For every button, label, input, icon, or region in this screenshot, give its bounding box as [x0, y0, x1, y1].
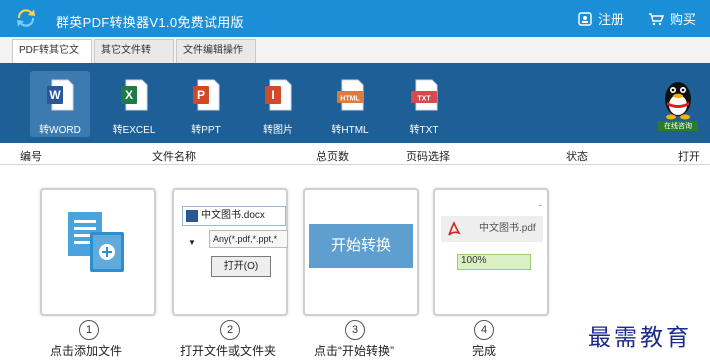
dropdown-arrow-icon[interactable]: ▼	[188, 238, 196, 247]
file-list-header: 编号 文件名称 总页数 页码选择 状态 打开	[0, 143, 710, 165]
qq-penguin-icon	[665, 82, 691, 120]
col-filename: 文件名称	[152, 151, 196, 163]
step-2-card: 中文图书.docx ▼ Any(*.pdf,*.ppt,* 打开(O)	[172, 188, 288, 316]
svg-text:TXT: TXT	[417, 96, 431, 103]
progress-bar: 100%	[457, 254, 531, 270]
add-file-icon	[68, 212, 124, 272]
tool-image[interactable]: I 转图片	[248, 71, 308, 137]
excel-icon: X	[121, 79, 148, 111]
step-3-card: 开始转换	[303, 188, 419, 316]
tab-bar: PDF转其它文件 其它文件转PDF 文件编辑操作	[0, 37, 710, 78]
tool-label: 转HTML	[331, 125, 369, 136]
file-type-filter[interactable]: Any(*.pdf,*.ppt,*	[209, 230, 288, 248]
step-4-card: - 中文图书.pdf 100%	[433, 188, 549, 316]
buy-button[interactable]: 购买	[648, 9, 696, 28]
register-icon	[578, 11, 592, 26]
pdf-icon	[448, 221, 461, 236]
tab-pdf-to-other[interactable]: PDF转其它文件	[12, 39, 92, 78]
tool-label: 转WORD	[39, 125, 81, 136]
html-icon: HTML	[337, 79, 364, 111]
app-title: 群英PDF转换器V1.0免费试用版	[56, 15, 244, 30]
tool-label: 转PPT	[191, 125, 221, 136]
conversion-toolbar: W 转WORD X 转EXCEL P 转PPT I 转图片 HTML 转HTML TXT 转TXT 在…	[0, 63, 710, 143]
start-convert-button[interactable]: 开始转换	[309, 224, 413, 268]
step-1-label: 点击添加文件	[50, 344, 123, 358]
step-3-label: 点击“开始转换”	[314, 344, 394, 358]
tool-ppt[interactable]: P 转PPT	[176, 71, 236, 137]
step-2-label: 打开文件或文件夹	[180, 344, 277, 358]
ppt-icon: P	[193, 79, 220, 111]
txt-icon: TXT	[411, 79, 438, 111]
col-page-select: 页码选择	[406, 151, 450, 163]
word-icon: W	[47, 79, 74, 111]
online-consult-button[interactable]: 在线咨询	[658, 75, 698, 131]
register-label: 注册	[598, 12, 625, 27]
svg-text:W: W	[49, 88, 61, 102]
svg-text:I: I	[271, 88, 274, 102]
progress-text: 100%	[461, 255, 487, 266]
tool-excel[interactable]: X 转EXCEL	[104, 71, 164, 137]
tool-label: 转EXCEL	[112, 125, 156, 136]
cart-icon	[649, 12, 664, 25]
buy-label: 购买	[670, 12, 697, 27]
app-logo-icon	[17, 9, 35, 27]
register-button[interactable]: 注册	[578, 9, 624, 28]
step-3-number: 3	[345, 320, 365, 340]
step-1-card[interactable]	[40, 188, 156, 316]
col-open: 打开	[678, 151, 700, 163]
col-status: 状态	[566, 151, 588, 163]
tool-label: 转图片	[263, 125, 293, 136]
step-2-number: 2	[220, 320, 240, 340]
word-file-icon	[186, 210, 198, 222]
image-icon: I	[265, 79, 292, 111]
svg-text:HTML: HTML	[340, 96, 360, 103]
svg-text:X: X	[125, 88, 133, 102]
file-path-field[interactable]: 中文图书.docx	[182, 206, 286, 226]
step-4-number: 4	[474, 320, 494, 340]
file-path-value: 中文图书.docx	[201, 210, 265, 221]
tab-other-to-pdf[interactable]: 其它文件转PDF	[94, 39, 174, 78]
tool-txt[interactable]: TXT 转TXT	[394, 71, 454, 137]
tool-label: 转TXT	[409, 125, 439, 136]
tool-html[interactable]: HTML 转HTML	[320, 71, 380, 137]
svg-text:P: P	[197, 88, 205, 102]
card-corner-mark: -	[539, 200, 542, 210]
watermark-text: 最需教育	[588, 325, 692, 351]
title-bar: 群英PDF转换器V1.0免费试用版 注册 购买	[0, 0, 710, 37]
col-total-pages: 总页数	[316, 151, 349, 163]
col-number: 编号	[20, 151, 42, 163]
step-1-number: 1	[79, 320, 99, 340]
open-button[interactable]: 打开(O)	[211, 256, 271, 277]
step-4-label: 完成	[472, 344, 497, 358]
tool-word[interactable]: W 转WORD	[30, 71, 90, 137]
online-consult-label: 在线咨询	[658, 121, 698, 131]
tab-file-edit[interactable]: 文件编辑操作	[176, 39, 256, 63]
